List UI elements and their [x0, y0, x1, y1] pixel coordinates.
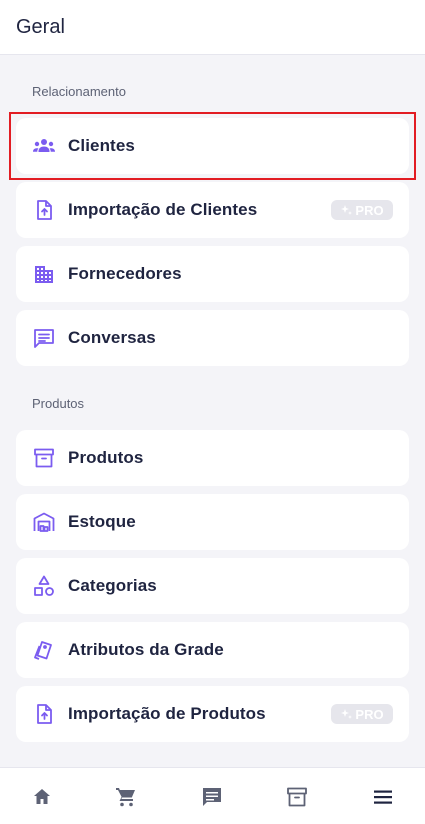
sparkle-icon: [341, 205, 353, 215]
file-upload-icon: [32, 198, 56, 222]
menu-item-label: Atributos da Grade: [68, 640, 224, 659]
menu-item-label: Estoque: [68, 512, 136, 531]
bottom-navigation: [0, 767, 425, 824]
sparkle-icon: [341, 709, 353, 719]
chat-icon: [32, 326, 56, 350]
menu-item-label: Conversas: [68, 328, 156, 347]
menu-item-label: Produtos: [68, 448, 144, 467]
swatches-icon: [32, 638, 56, 662]
page-title: Geral: [16, 16, 65, 38]
menu-item-atributos-grade[interactable]: Atributos da Grade: [16, 622, 409, 678]
menu-item-importacao-clientes[interactable]: Importação de Clientes PRO: [16, 182, 409, 238]
menu-item-produtos[interactable]: Produtos: [16, 430, 409, 486]
section-label-produtos: Produtos: [32, 396, 85, 411]
archive-box-icon: [32, 446, 56, 470]
menu-icon[interactable]: [371, 785, 395, 809]
menu-item-estoque[interactable]: Estoque: [16, 494, 409, 550]
selection-highlight: [9, 112, 416, 180]
menu-item-label: Importação de Clientes: [68, 200, 258, 219]
pro-badge: PRO: [331, 200, 393, 220]
menu-item-label: Fornecedores: [68, 264, 182, 283]
cart-icon[interactable]: [114, 785, 138, 809]
menu-item-conversas[interactable]: Conversas: [16, 310, 409, 366]
shapes-icon: [32, 574, 56, 598]
pro-badge: PRO: [331, 704, 393, 724]
warehouse-icon: [32, 510, 56, 534]
badge-text: PRO: [355, 706, 384, 722]
chat-icon[interactable]: [200, 785, 224, 809]
top-bar: Geral: [0, 0, 425, 55]
menu-item-label: Categorias: [68, 576, 157, 595]
menu-item-importacao-produtos[interactable]: Importação de Produtos PRO: [16, 686, 409, 742]
menu-item-fornecedores[interactable]: Fornecedores: [16, 246, 409, 302]
section-label-relacionamento: Relacionamento: [32, 84, 126, 99]
menu-item-label: Importação de Produtos: [68, 704, 266, 723]
archive-box-icon[interactable]: [285, 785, 309, 809]
menu-item-categorias[interactable]: Categorias: [16, 558, 409, 614]
file-upload-icon: [32, 702, 56, 726]
home-icon[interactable]: [30, 785, 54, 809]
badge-text: PRO: [355, 202, 384, 218]
building-icon: [32, 262, 56, 286]
